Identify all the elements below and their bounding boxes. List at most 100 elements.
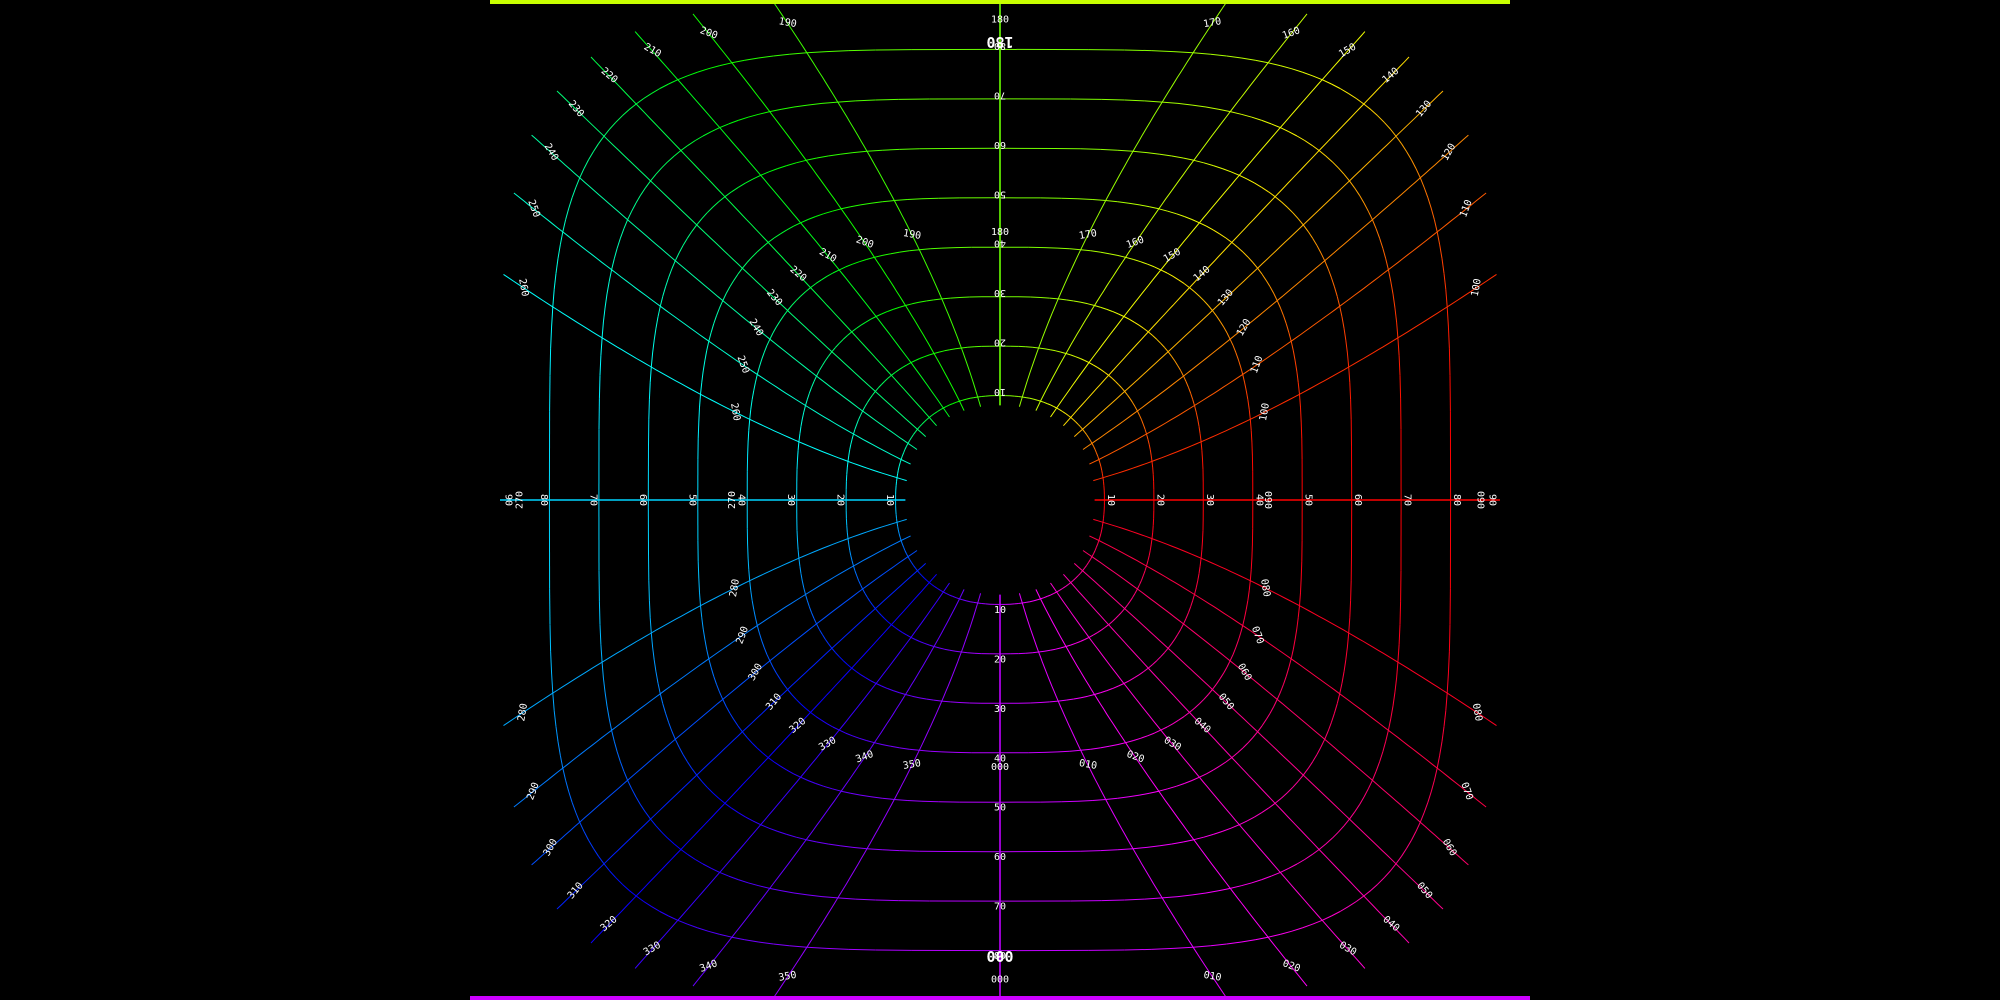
ring-segment-80-84 xyxy=(1448,624,1451,652)
ring-segment-50-264 xyxy=(697,421,700,439)
ring-segment-30-172 xyxy=(1040,297,1050,299)
ring-segment-20-352 xyxy=(967,652,975,654)
azimuth-label-outer-000: 000 xyxy=(991,975,1009,986)
ring-label-down-60: 60 xyxy=(994,852,1006,863)
azimuth-label-outer-090: 090 xyxy=(1475,491,1486,509)
ring-segment-10-166 xyxy=(1026,397,1030,399)
ring-label-left-70: 70 xyxy=(587,494,598,506)
ring-segment-40-94 xyxy=(1251,441,1253,456)
ring-segment-40-172 xyxy=(1057,247,1070,250)
ring-segment-40-96 xyxy=(1250,430,1253,443)
ring-segment-10-12 xyxy=(1026,601,1030,603)
ring-segment-10-256 xyxy=(897,470,899,474)
ring-segment-80-354 xyxy=(848,948,876,951)
ring-label-right-20: 20 xyxy=(1154,494,1165,506)
ring-segment-10-260 xyxy=(896,477,898,482)
ring-label-right-10: 10 xyxy=(1105,494,1116,506)
ring-segment-50-186 xyxy=(907,198,923,200)
ring-segment-30-184 xyxy=(959,296,970,298)
ring-segment-30-4 xyxy=(1030,702,1041,704)
center-hole xyxy=(950,446,1050,554)
ring-segment-10-8 xyxy=(1018,602,1023,604)
ring-label-down-70: 70 xyxy=(994,902,1006,913)
ring-segment-10-282 xyxy=(897,526,899,530)
azimuth-label-inner-270: 270 xyxy=(727,491,738,509)
ring-segment-20-278 xyxy=(846,532,849,539)
top-edge-band xyxy=(490,0,1510,4)
ring-segment-40-82 xyxy=(1250,557,1253,570)
ring-segment-20-82 xyxy=(1152,525,1154,533)
ring-segment-40-276 xyxy=(747,557,750,570)
ring-segment-70-264 xyxy=(598,375,601,399)
ring-label-left-60: 60 xyxy=(637,494,648,506)
ring-segment-30-262 xyxy=(797,450,799,460)
bottom-edge-band xyxy=(470,996,1530,1000)
ring-segment-30-264 xyxy=(796,459,798,470)
bottom-edge-label: 000 xyxy=(986,947,1013,965)
ring-segment-10-168 xyxy=(1022,396,1027,399)
ring-segment-80-264 xyxy=(549,348,552,376)
ring-segment-10-170 xyxy=(1018,396,1023,398)
azimuth-label-inner-090: 090 xyxy=(1262,491,1273,509)
ring-segment-50-274 xyxy=(697,561,700,579)
ring-segment-40-274 xyxy=(747,544,749,559)
ring-segment-60-264 xyxy=(648,399,650,420)
ring-segment-50-262 xyxy=(698,407,700,423)
ring-segment-40-262 xyxy=(747,430,750,443)
ring-segment-40-352 xyxy=(930,750,943,753)
ring-segment-60-94 xyxy=(1350,399,1352,420)
ring-label-up-40: 40 xyxy=(994,238,1006,249)
ring-segment-30-96 xyxy=(1201,450,1203,460)
ring-segment-80-174 xyxy=(1124,49,1152,52)
ring-segment-50-96 xyxy=(1300,407,1302,423)
ring-segment-50-352 xyxy=(907,800,923,802)
ring-segment-70-184 xyxy=(875,98,899,101)
ring-segment-20-276 xyxy=(846,525,848,533)
ring-label-right-80: 80 xyxy=(1451,494,1462,506)
edge-ring-label-right-90: 90 xyxy=(1487,494,1498,506)
ring-segment-50-354 xyxy=(921,800,939,803)
ring-segment-40-186 xyxy=(930,247,943,250)
ring-segment-30-94 xyxy=(1202,459,1204,470)
ring-segment-80-274 xyxy=(549,624,552,652)
ring-label-right-70: 70 xyxy=(1402,494,1413,506)
ring-label-up-70: 70 xyxy=(994,89,1006,100)
ring-segment-30-186 xyxy=(950,297,960,299)
azimuth-label-inner-000: 000 xyxy=(991,762,1009,773)
edge-ring-label-left-90: 90 xyxy=(503,494,514,506)
ring-segment-30-174 xyxy=(1030,296,1041,298)
ring-segment-10-80 xyxy=(1102,518,1104,523)
ring-segment-10-188 xyxy=(977,396,982,398)
ring-segment-40-4 xyxy=(1044,751,1059,753)
ring-segment-10-346 xyxy=(970,601,974,603)
ring-label-up-10: 10 xyxy=(994,386,1006,397)
ring-segment-40-184 xyxy=(941,247,956,249)
ring-label-right-30: 30 xyxy=(1204,494,1215,506)
ring-segment-70-84 xyxy=(1399,601,1402,625)
ring-segment-50-172 xyxy=(1077,198,1093,200)
ring-segment-80-184 xyxy=(848,49,876,52)
ring-segment-70-4 xyxy=(1101,899,1125,902)
ring-label-down-50: 50 xyxy=(994,803,1006,814)
ring-segment-50-82 xyxy=(1300,577,1302,593)
ring-label-down-30: 30 xyxy=(994,704,1006,715)
ring-segment-70-274 xyxy=(598,601,601,625)
ring-segment-40-264 xyxy=(747,441,749,456)
ring-label-up-30: 30 xyxy=(994,287,1006,298)
ring-segment-70-94 xyxy=(1399,375,1402,399)
ring-segment-10-190 xyxy=(973,396,978,399)
ring-segment-50-4 xyxy=(1061,800,1079,803)
ring-segment-20-188 xyxy=(961,346,968,349)
ring-segment-40-84 xyxy=(1251,544,1253,559)
ring-segment-80-4 xyxy=(1124,948,1152,951)
ring-segment-20-6 xyxy=(1025,652,1033,654)
ring-label-left-80: 80 xyxy=(538,494,549,506)
ring-label-right-60: 60 xyxy=(1352,494,1363,506)
ring-segment-30-6 xyxy=(1040,701,1050,703)
ring-segment-10-76 xyxy=(1101,526,1103,530)
azimuth-label-outer-270: 270 xyxy=(514,491,525,509)
azimuth-label-outer-180: 180 xyxy=(991,14,1009,25)
ring-segment-10-258 xyxy=(896,473,899,478)
ring-label-down-20: 20 xyxy=(994,654,1006,665)
ring-segment-20-80 xyxy=(1151,532,1154,539)
